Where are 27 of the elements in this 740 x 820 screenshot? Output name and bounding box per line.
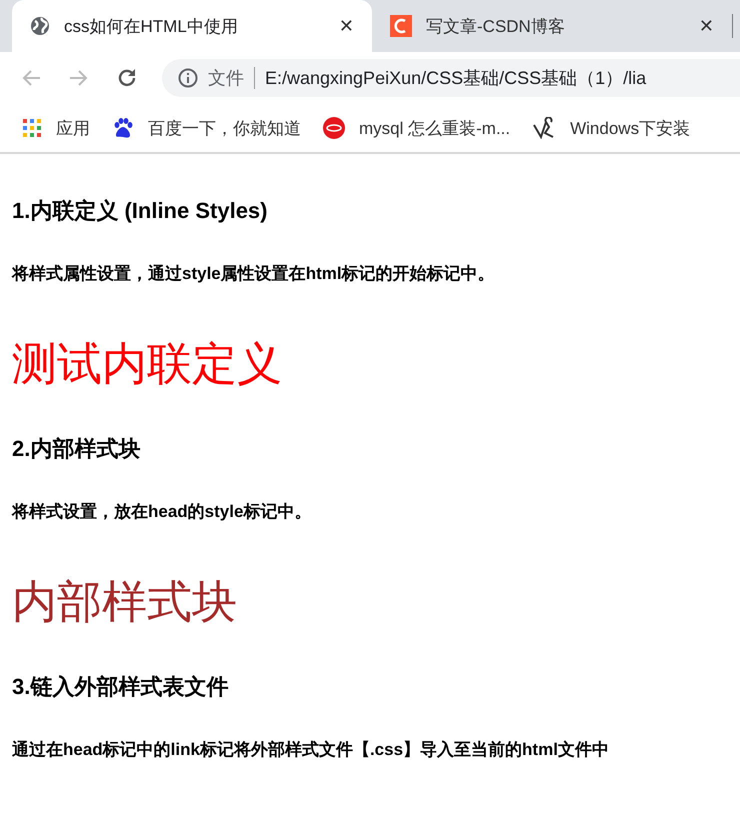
reload-icon[interactable]: [116, 67, 138, 89]
section-heading: 2.内部样式块: [12, 435, 140, 463]
bookmark-link[interactable]: 应用: [56, 116, 90, 140]
orbit-logo-icon: [323, 117, 345, 139]
bookmark-link[interactable]: mysql 怎么重装-m...: [359, 116, 510, 140]
styled-sample-text: 内部样式块: [12, 575, 237, 629]
info-icon[interactable]: [178, 68, 198, 88]
styled-sample-text: 测试内联定义: [12, 337, 282, 391]
close-tab-button[interactable]: ✕: [338, 16, 354, 36]
section-heading: 1.内联定义 (Inline Styles): [12, 197, 268, 225]
browser-tab[interactable]: 写文章-CSDN博客 ✕: [372, 0, 732, 52]
globe-icon: [30, 16, 50, 36]
description-text: 将样式设置，放在head的style标记中。: [12, 501, 312, 523]
close-tab-button[interactable]: ✕: [698, 16, 714, 36]
description-text: 将样式属性设置，通过style属性设置在html标记的开始标记中。: [12, 263, 495, 285]
browser-tab[interactable]: css如何在HTML中使用 ✕: [12, 0, 372, 52]
sketch-logo-icon: [532, 117, 556, 139]
section-heading: 3.链入外部样式表文件: [12, 673, 228, 701]
paw-icon: [112, 117, 134, 139]
bookmark-link[interactable]: Windows下安装: [570, 116, 690, 140]
bookmark-link[interactable]: 百度一下，你就知道: [148, 116, 301, 140]
description-text: 通过在head标记中的link标记将外部样式文件【.css】导入至当前的html文件中: [12, 739, 609, 761]
apps-grid-icon: [22, 118, 42, 138]
url-text[interactable]: E:/wangxingPeiXun/CSS基础/CSS基础（1）/lia: [265, 66, 646, 90]
c-logo-icon: [390, 15, 412, 37]
security-label[interactable]: 文件: [208, 66, 244, 90]
address-bar[interactable]: 文件 E:/wangxingPeiXun/CSS基础/CSS基础（1）/lia: [162, 59, 740, 97]
